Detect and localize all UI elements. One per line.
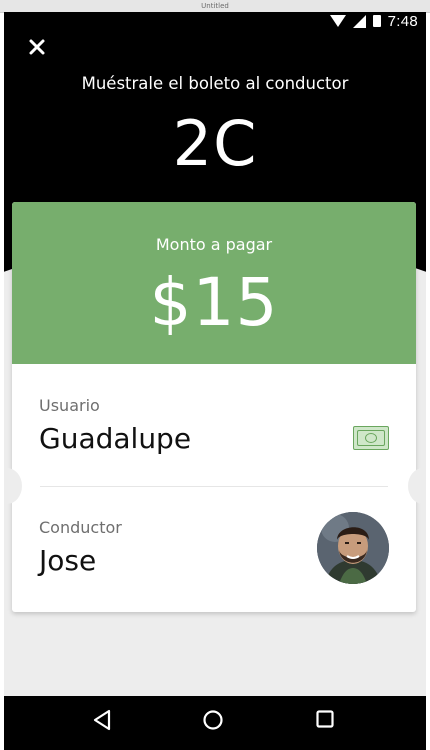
- ticket-divider: [40, 486, 388, 487]
- cash-icon: [353, 426, 389, 450]
- phone-screen: 7:48 Muéstrale el boleto al conductor 2C…: [4, 12, 426, 750]
- driver-photo: [317, 512, 389, 584]
- close-icon: [29, 39, 45, 55]
- status-time: 7:48: [387, 12, 418, 30]
- user-label: Usuario: [39, 396, 100, 415]
- home-icon: [203, 710, 223, 730]
- signal-icon: [352, 14, 366, 28]
- instruction-text: Muéstrale el boleto al conductor: [81, 74, 349, 93]
- amount-label: Monto a pagar: [155, 235, 273, 254]
- driver-label: Conductor: [39, 518, 122, 537]
- seat-number: 2C: [172, 107, 258, 180]
- close-button[interactable]: [26, 38, 48, 60]
- driver-avatar: [317, 512, 389, 584]
- recent-apps-icon: [316, 710, 334, 728]
- back-button[interactable]: [92, 709, 112, 735]
- driver-name: Jose: [39, 544, 97, 577]
- user-name: Guadalupe: [39, 422, 192, 455]
- android-nav-bar: [4, 696, 426, 750]
- wifi-icon: [329, 15, 346, 27]
- status-bar: 7:48: [329, 12, 418, 30]
- recent-apps-button[interactable]: [315, 709, 335, 733]
- amount-panel: Monto a pagar $15: [12, 202, 416, 364]
- ticket-card: Monto a pagar $15 Usuario Guadalupe Cond…: [12, 202, 416, 612]
- amount-value: $15: [149, 264, 279, 341]
- battery-icon: [372, 15, 381, 27]
- back-icon: [93, 709, 111, 731]
- home-button[interactable]: [202, 709, 224, 735]
